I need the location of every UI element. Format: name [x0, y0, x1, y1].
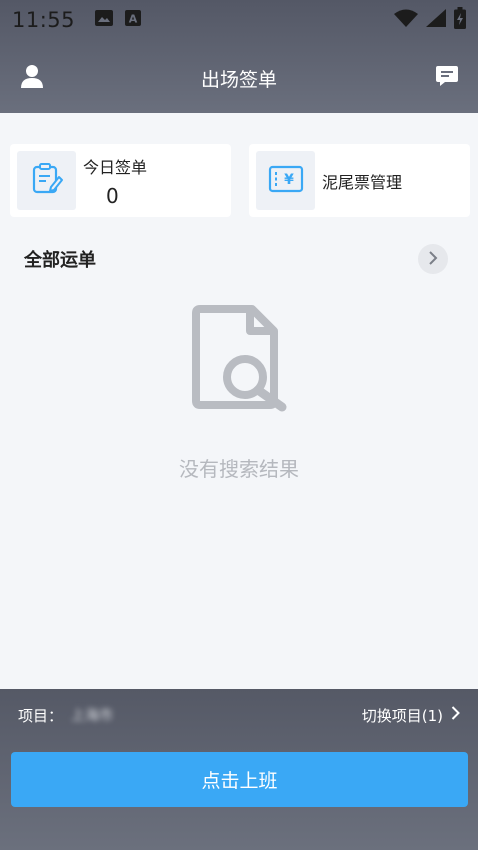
- nav-bar: 出场签单: [0, 52, 478, 104]
- all-orders-arrow-button[interactable]: [418, 244, 448, 274]
- status-icons-right: [394, 7, 466, 33]
- status-bar: 11:55 A: [0, 0, 478, 40]
- project-label: 项目：: [18, 706, 64, 725]
- today-sign-count: 0: [106, 183, 119, 208]
- page-title: 出场签单: [200, 68, 277, 91]
- edit-clipboard-icon: [30, 162, 64, 200]
- document-search-icon: [190, 305, 290, 417]
- switch-project-label: 切换项目(1): [361, 706, 443, 725]
- image-icon: [95, 10, 114, 30]
- project-row: 项目： 上海市 切换项目(1): [0, 689, 478, 741]
- message-icon[interactable]: [436, 64, 458, 92]
- mud-ticket-label: 泥尾票管理: [322, 172, 403, 192]
- section-title: 全部运单: [24, 250, 96, 271]
- empty-state-text: 没有搜索结果: [179, 457, 299, 481]
- status-time: 11:55: [12, 8, 76, 32]
- user-icon[interactable]: [20, 64, 44, 94]
- switch-project-button[interactable]: 切换项目(1): [362, 705, 460, 726]
- today-sign-text: 今日签单 0: [83, 154, 147, 208]
- chevron-right-icon: [428, 250, 438, 269]
- project-value: 上海市: [71, 708, 114, 724]
- wifi-icon: [394, 9, 418, 31]
- battery-icon: [454, 7, 466, 33]
- status-icons-left: A: [95, 10, 142, 30]
- chevron-right-icon: [451, 706, 460, 724]
- clock-in-button[interactable]: 点击上班: [11, 752, 468, 807]
- svg-text:¥: ¥: [284, 172, 294, 188]
- svg-text:A: A: [129, 13, 138, 26]
- ticket-yen-icon: ¥: [268, 165, 304, 197]
- today-sign-card[interactable]: 今日签单 0: [10, 144, 231, 217]
- a-icon: A: [125, 10, 142, 30]
- top-bar: 11:55 A 出场签单: [0, 0, 478, 113]
- today-sign-label: 今日签单: [83, 157, 148, 177]
- card-icon-box: ¥: [256, 151, 315, 210]
- mud-ticket-card[interactable]: ¥ 泥尾票管理: [249, 144, 470, 217]
- card-icon-box: [17, 151, 76, 210]
- signal-icon: [426, 9, 446, 31]
- bottom-panel: 项目： 上海市 切换项目(1) 点击上班: [0, 689, 478, 850]
